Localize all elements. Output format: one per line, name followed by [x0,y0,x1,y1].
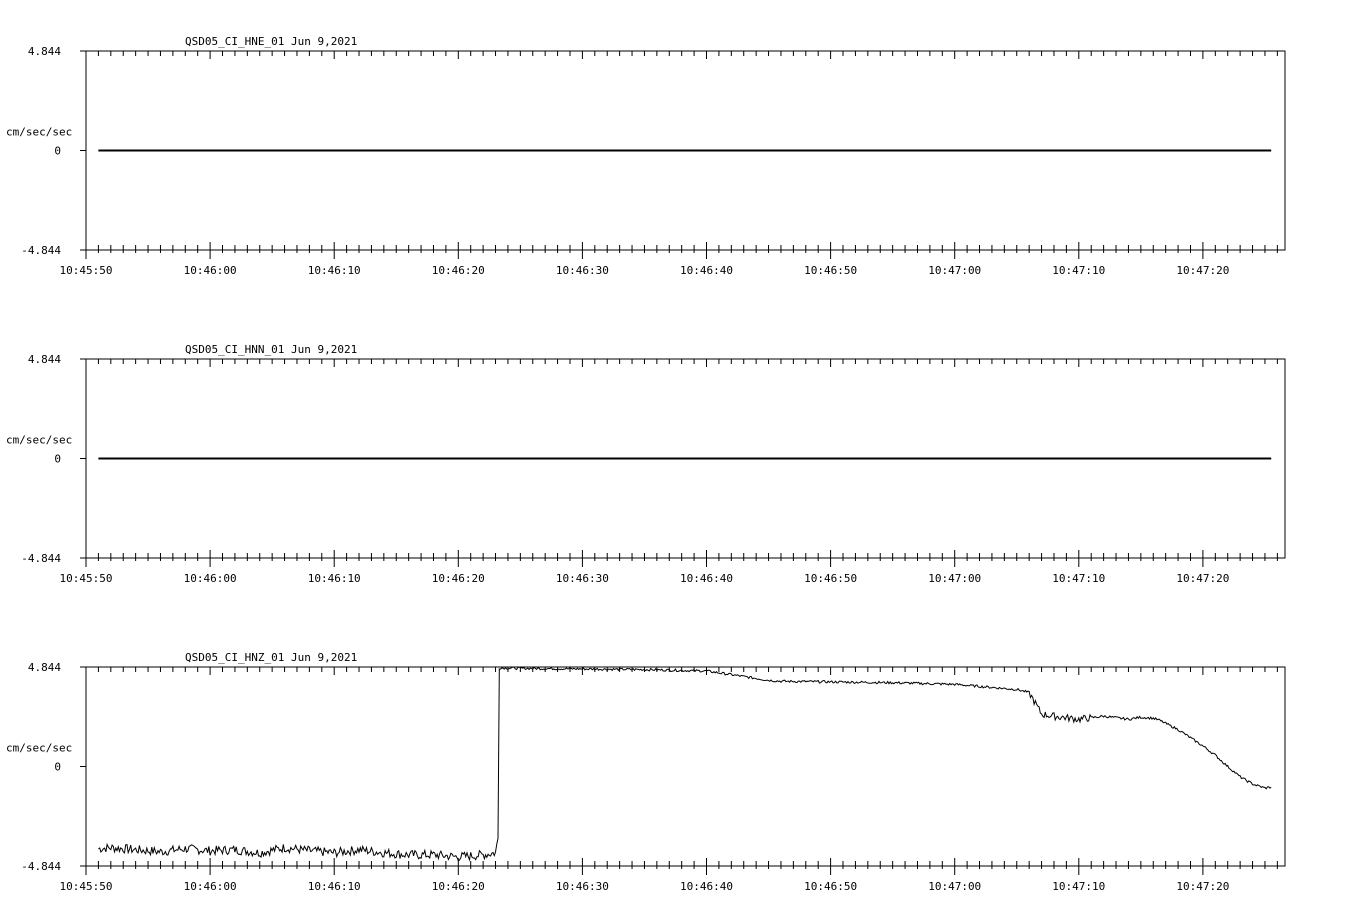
x-tick-label: 10:45:50 [60,880,113,893]
seismogram-figure: 4.844 0 -4.844 10:45:50 10:46:00 10:46:10 10:4… [6,35,1286,893]
x-tick-label: 10:46:00 [184,264,237,277]
x-tick-label: 10:47:10 [1052,880,1105,893]
x-tick-label: 10:46:10 [308,264,361,277]
panel-title: QSD05_CI_HNN_01 Jun 9,2021 [185,343,357,356]
y-axis-label: cm/sec/sec [6,742,72,755]
x-tick-label: 10:46:20 [432,880,485,893]
panel-title: QSD05_CI_HNZ_01 Jun 9,2021 [185,651,357,664]
x-tick-label: 10:46:00 [184,572,237,585]
x-tick-label: 10:47:00 [928,572,981,585]
y-tick-label: 4.844 [28,661,61,674]
y-tick-label: 4.844 [28,45,61,58]
x-tick-label: 10:46:30 [556,264,609,277]
x-tick-label: 10:47:10 [1052,264,1105,277]
y-axis-label: cm/sec/sec [6,126,72,139]
x-tick-label: 10:46:50 [804,572,857,585]
y-axis-label: cm/sec/sec [6,434,72,447]
x-tick-label: 10:46:30 [556,880,609,893]
x-tick-label: 10:46:50 [804,264,857,277]
x-tick-label: 10:46:00 [184,880,237,893]
x-tick-label: 10:46:40 [680,264,733,277]
x-tick-label: 10:45:50 [60,264,113,277]
x-tick-label: 10:46:10 [308,572,361,585]
y-tick-label: -4.844 [21,244,61,257]
x-tick-label: 10:47:20 [1176,880,1229,893]
x-tick-label: 10:46:20 [432,264,485,277]
x-tick-label: 10:46:50 [804,880,857,893]
y-tick-label: 0 [54,761,61,774]
seismogram-panel-1: 4.844 0 -4.844 10:45:50 10:46:00 10:46:10 10:4… [6,35,1286,277]
x-tick-label: 10:46:40 [680,572,733,585]
x-tick-label: 10:47:20 [1176,264,1229,277]
x-tick-label: 10:47:00 [928,880,981,893]
x-tick-label: 10:46:20 [432,572,485,585]
plot-frame [85,666,1286,867]
x-tick-label: 10:46:30 [556,572,609,585]
seismogram-panel-3: 4.844 0 -4.844 10:45:50 10:46:00 10:46:10 10:4… [6,651,1286,893]
seismogram-panel-2: 4.844 0 -4.844 10:45:50 10:46:00 10:46:10 10:4… [6,343,1286,585]
x-tick-label: 10:47:20 [1176,572,1229,585]
y-tick-label: -4.844 [21,552,61,565]
x-tick-label: 10:47:00 [928,264,981,277]
x-tick-label: 10:47:10 [1052,572,1105,585]
x-tick-label: 10:45:50 [60,572,113,585]
x-tick-label: 10:46:40 [680,880,733,893]
y-tick-label: -4.844 [21,860,61,873]
panel-title: QSD05_CI_HNE_01 Jun 9,2021 [185,35,357,48]
y-tick-label: 4.844 [28,353,61,366]
y-tick-label: 0 [54,145,61,158]
y-tick-label: 0 [54,453,61,466]
x-tick-label: 10:46:10 [308,880,361,893]
waveform-trace [98,666,1272,862]
